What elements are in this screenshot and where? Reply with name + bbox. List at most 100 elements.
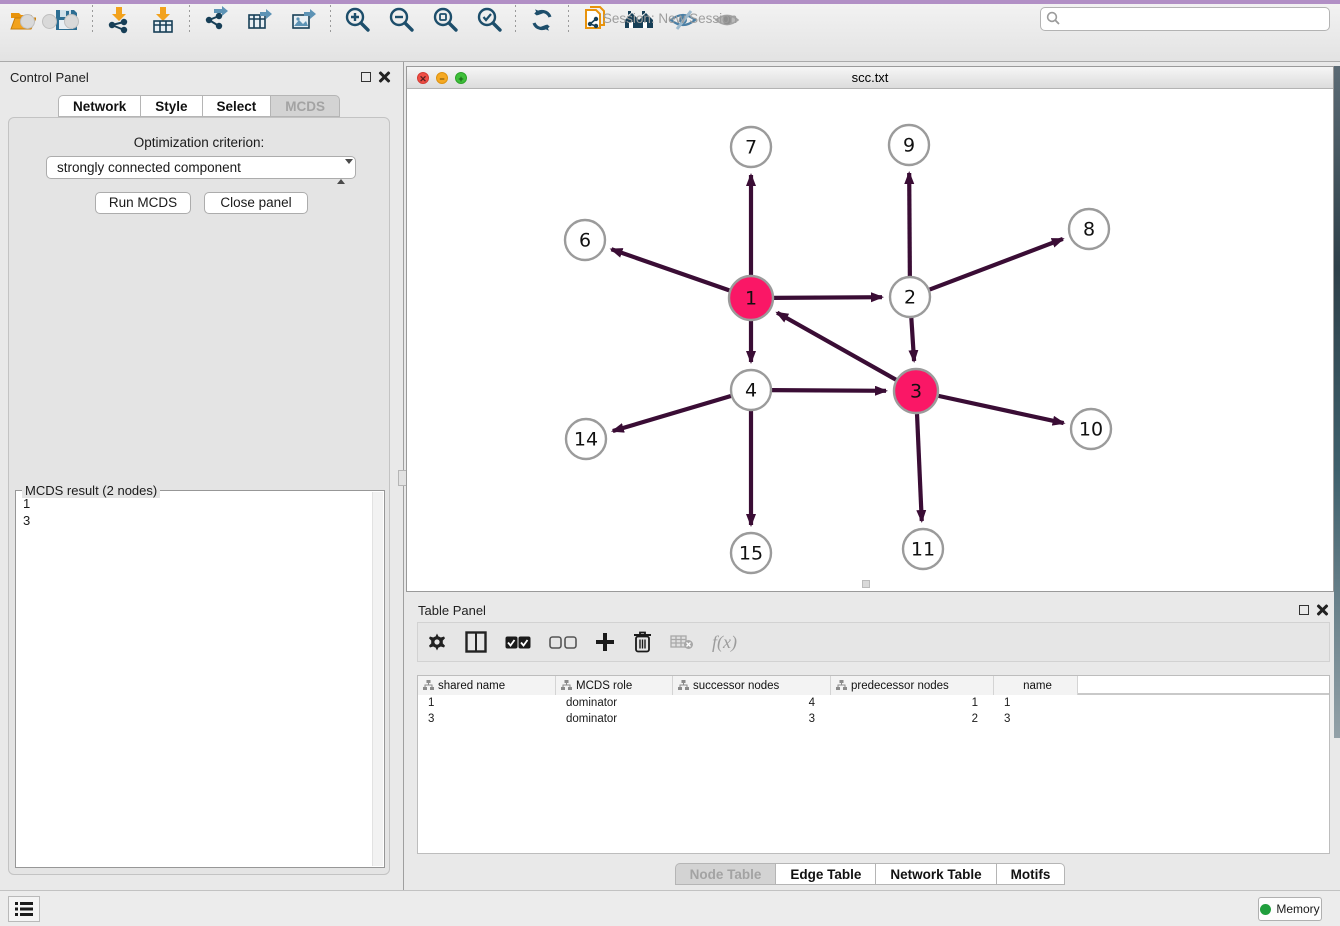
graph-node-1[interactable]: 1 xyxy=(729,276,773,320)
node-table[interactable]: shared nameMCDS rolesuccessor nodesprede… xyxy=(417,675,1330,854)
table-cell[interactable]: 1 xyxy=(994,695,1078,711)
table-panel-tabs: Node Table Edge Table Network Table Moti… xyxy=(406,863,1334,885)
edge-3-1[interactable] xyxy=(777,313,896,380)
control-panel-title: Control Panel xyxy=(10,70,89,85)
table-row[interactable]: 3dominator323 xyxy=(418,711,1329,727)
tab-mcds[interactable]: MCDS xyxy=(270,95,340,117)
edge-2-9[interactable] xyxy=(909,173,910,276)
column-tree-icon xyxy=(678,680,689,691)
table-cell[interactable]: dominator xyxy=(556,711,673,727)
svg-text:7: 7 xyxy=(745,137,757,159)
view-splitter-handle[interactable] xyxy=(862,580,870,588)
tab-network-table[interactable]: Network Table xyxy=(875,863,995,885)
close-panel-icon[interactable] xyxy=(1316,604,1328,616)
table-cell[interactable]: 3 xyxy=(673,711,831,727)
table-cell[interactable]: 1 xyxy=(831,695,994,711)
optimization-criterion-label: Optimization criterion: xyxy=(9,135,389,150)
deselect-checkboxes-icon[interactable] xyxy=(549,636,577,649)
table-cell[interactable]: 3 xyxy=(994,711,1078,727)
network-window-titlebar[interactable]: ✕ − + scc.txt xyxy=(407,67,1333,89)
graph-node-7[interactable]: 7 xyxy=(731,127,771,167)
table-cell[interactable]: dominator xyxy=(556,695,673,711)
table-cell[interactable]: 2 xyxy=(831,711,994,727)
edge-3-11[interactable] xyxy=(917,414,922,521)
svg-text:11: 11 xyxy=(911,539,935,561)
column-header-predecessor-nodes[interactable]: predecessor nodes xyxy=(831,676,994,695)
network-graph-canvas[interactable]: 7 9 6 8 1 2 4 3 14 10 15 11 xyxy=(407,89,1333,591)
graph-node-11[interactable]: 11 xyxy=(903,529,943,569)
function-builder-icon[interactable]: f(x) xyxy=(712,632,737,653)
edge-4-14[interactable] xyxy=(613,396,731,431)
network-view-window: ✕ − + scc.txt 7 9 6 8 1 2 4 3 14 10 15 11 xyxy=(406,66,1334,592)
column-layout-icon[interactable] xyxy=(465,631,487,653)
control-panel-tabs: Network Style Select MCDS xyxy=(0,95,398,117)
close-panel-icon[interactable] xyxy=(378,71,390,83)
table-row[interactable]: 1dominator411 xyxy=(418,695,1329,711)
table-toolbar: f(x) xyxy=(417,622,1330,662)
edge-1-6[interactable] xyxy=(611,249,729,290)
control-panel: Control Panel Network Style Select MCDS … xyxy=(0,62,398,890)
optimization-criterion-value: strongly connected component xyxy=(57,160,241,175)
table-cell[interactable]: 3 xyxy=(418,711,556,727)
mcds-result-title: MCDS result (2 nodes) xyxy=(22,483,160,498)
float-panel-icon[interactable] xyxy=(1299,605,1309,615)
graph-node-9[interactable]: 9 xyxy=(889,125,929,165)
column-tree-icon xyxy=(561,680,572,691)
task-history-button[interactable] xyxy=(8,896,40,922)
table-panel-title: Table Panel xyxy=(418,603,486,618)
search-icon xyxy=(1046,11,1061,26)
edge-4-3[interactable] xyxy=(772,390,886,391)
column-tree-icon xyxy=(836,680,847,691)
table-cell[interactable]: 4 xyxy=(673,695,831,711)
graph-node-10[interactable]: 10 xyxy=(1071,409,1111,449)
graph-node-3[interactable]: 3 xyxy=(894,369,938,413)
tab-select[interactable]: Select xyxy=(202,95,271,117)
graph-node-14[interactable]: 14 xyxy=(566,419,606,459)
column-header-name[interactable]: name xyxy=(994,676,1078,695)
memory-button[interactable]: Memory xyxy=(1258,897,1322,921)
delete-column-trash-icon[interactable] xyxy=(633,631,652,653)
graph-node-15[interactable]: 15 xyxy=(731,533,771,573)
edge-1-2[interactable] xyxy=(774,297,882,298)
table-panel-header: Table Panel xyxy=(406,601,1334,621)
memory-status-icon xyxy=(1260,904,1271,915)
graph-node-2[interactable]: 2 xyxy=(890,277,930,317)
control-panel-header: Control Panel xyxy=(0,68,398,88)
tab-node-table[interactable]: Node Table xyxy=(675,863,776,885)
graph-node-4[interactable]: 4 xyxy=(731,370,771,410)
edge-2-8[interactable] xyxy=(930,239,1063,290)
tab-motifs[interactable]: Motifs xyxy=(996,863,1066,885)
settings-gear-icon[interactable] xyxy=(427,632,447,652)
list-icon xyxy=(15,902,33,916)
search-input[interactable] xyxy=(1040,7,1330,31)
graph-node-8[interactable]: 8 xyxy=(1069,209,1109,249)
desktop-background-strip-right xyxy=(1334,66,1340,738)
svg-text:2: 2 xyxy=(904,287,916,309)
tab-network[interactable]: Network xyxy=(58,95,140,117)
delete-table-icon[interactable] xyxy=(670,634,694,650)
svg-text:15: 15 xyxy=(739,543,763,565)
table-cell[interactable]: 1 xyxy=(418,695,556,711)
graph-node-6[interactable]: 6 xyxy=(565,220,605,260)
status-bar: Memory xyxy=(0,890,1340,926)
select-stepper-icon xyxy=(337,161,347,176)
close-panel-button[interactable]: Close panel xyxy=(204,192,308,214)
column-tree-icon xyxy=(423,680,434,691)
run-mcds-button[interactable]: Run MCDS xyxy=(95,192,191,214)
float-panel-icon[interactable] xyxy=(361,72,371,82)
column-header-shared-name[interactable]: shared name xyxy=(418,676,556,695)
column-header-successor-nodes[interactable]: successor nodes xyxy=(673,676,831,695)
table-header-row: shared nameMCDS rolesuccessor nodesprede… xyxy=(418,676,1329,695)
window-chrome: Session: New Session xyxy=(0,4,1340,62)
select-all-checkboxes-icon[interactable] xyxy=(505,636,531,649)
svg-text:10: 10 xyxy=(1079,419,1103,441)
result-scrollbar[interactable] xyxy=(372,492,383,866)
optimization-criterion-select[interactable]: strongly connected component xyxy=(46,156,356,179)
search-field[interactable] xyxy=(1040,7,1330,31)
tab-edge-table[interactable]: Edge Table xyxy=(775,863,875,885)
tab-style[interactable]: Style xyxy=(140,95,201,117)
edge-2-3[interactable] xyxy=(911,318,914,361)
column-header-MCDS-role[interactable]: MCDS role xyxy=(556,676,673,695)
edge-3-10[interactable] xyxy=(938,396,1063,423)
add-column-icon[interactable] xyxy=(595,632,615,652)
